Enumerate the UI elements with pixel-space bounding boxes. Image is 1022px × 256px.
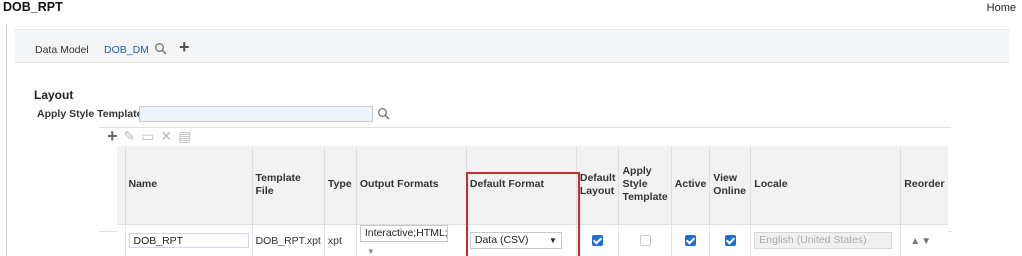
apply-style-template-checkbox[interactable]: [639, 235, 651, 247]
delete-icon[interactable]: ✕: [160, 128, 172, 144]
col-active: Active: [671, 146, 711, 225]
data-model-link[interactable]: DOB_DM: [104, 44, 149, 56]
default-format-cell: Data (CSV) ▼: [466, 224, 577, 256]
reorder-cell: ▲▼: [900, 224, 948, 256]
col-view-online: View Online: [709, 146, 752, 225]
default-format-value: Data (CSV): [474, 234, 529, 246]
output-formats-select[interactable]: Interactive;HTML;P: [359, 224, 448, 242]
locale-cell: English (United States): [750, 224, 902, 256]
view-online-checkbox[interactable]: [724, 235, 736, 247]
apply-style-template-input[interactable]: [139, 106, 373, 122]
data-model-bar: Data Model DOB_DM +: [15, 29, 1009, 63]
layout-name-input[interactable]: [128, 233, 249, 248]
layout-section-title: Layout: [34, 88, 74, 102]
col-reorder: Reorder: [900, 146, 948, 225]
report-editor: Data Model DOB_DM + Layout Apply Style T…: [6, 24, 1016, 256]
edit-icon[interactable]: ✎: [124, 128, 136, 144]
template-file-cell: DOB_RPT.xpt: [252, 224, 325, 256]
move-down-icon[interactable]: ▼: [921, 236, 931, 247]
col-default-layout: Default Layout: [576, 146, 620, 225]
layout-table: Name Template File Type Output Formats D…: [117, 146, 948, 256]
data-model-label: Data Model: [35, 44, 89, 56]
move-up-icon[interactable]: ▲: [910, 236, 920, 247]
report-title: DOB_RPT: [3, 0, 63, 14]
default-layout-checkbox[interactable]: [592, 235, 604, 247]
locale-select[interactable]: English (United States): [754, 232, 893, 249]
search-icon[interactable]: [154, 42, 168, 56]
chevron-down-icon: ▼: [548, 236, 557, 245]
default-layout-cell: [576, 224, 620, 256]
chevron-down-icon[interactable]: ▼: [367, 247, 375, 256]
col-template-file: Template File: [252, 146, 325, 225]
home-link[interactable]: Home: [987, 2, 1016, 14]
col-default-format: Default Format: [466, 146, 577, 225]
document-icon[interactable]: ▤: [178, 128, 191, 144]
default-format-select[interactable]: Data (CSV) ▼: [469, 232, 562, 249]
search-icon[interactable]: [377, 107, 391, 121]
rename-icon[interactable]: ▭: [141, 128, 154, 144]
output-formats-cell: Interactive;HTML;P ▼: [356, 224, 467, 256]
apply-style-template-cell: [618, 224, 672, 256]
row-selector[interactable]: [117, 224, 126, 256]
apply-style-template-label: Apply Style Template: [37, 108, 143, 120]
col-apply-style-template: Apply Style Template: [618, 146, 672, 225]
active-cell: [671, 224, 711, 256]
col-name: Name: [125, 146, 253, 225]
name-cell: [125, 224, 253, 256]
layout-toolbar: + ✎ ▭ ✕ ▤: [107, 127, 191, 145]
add-icon[interactable]: +: [107, 127, 118, 145]
active-checkbox[interactable]: [685, 235, 697, 247]
col-output-formats: Output Formats: [356, 146, 467, 225]
row-selector-header: [117, 146, 126, 225]
col-type: Type: [324, 146, 357, 225]
add-data-model-icon[interactable]: +: [179, 38, 190, 56]
type-cell: xpt: [324, 224, 357, 256]
col-locale: Locale: [750, 146, 902, 225]
table-row: DOB_RPT.xpt xpt Interactive;HTML;P ▼ Dat…: [117, 224, 948, 256]
view-online-cell: [709, 224, 752, 256]
